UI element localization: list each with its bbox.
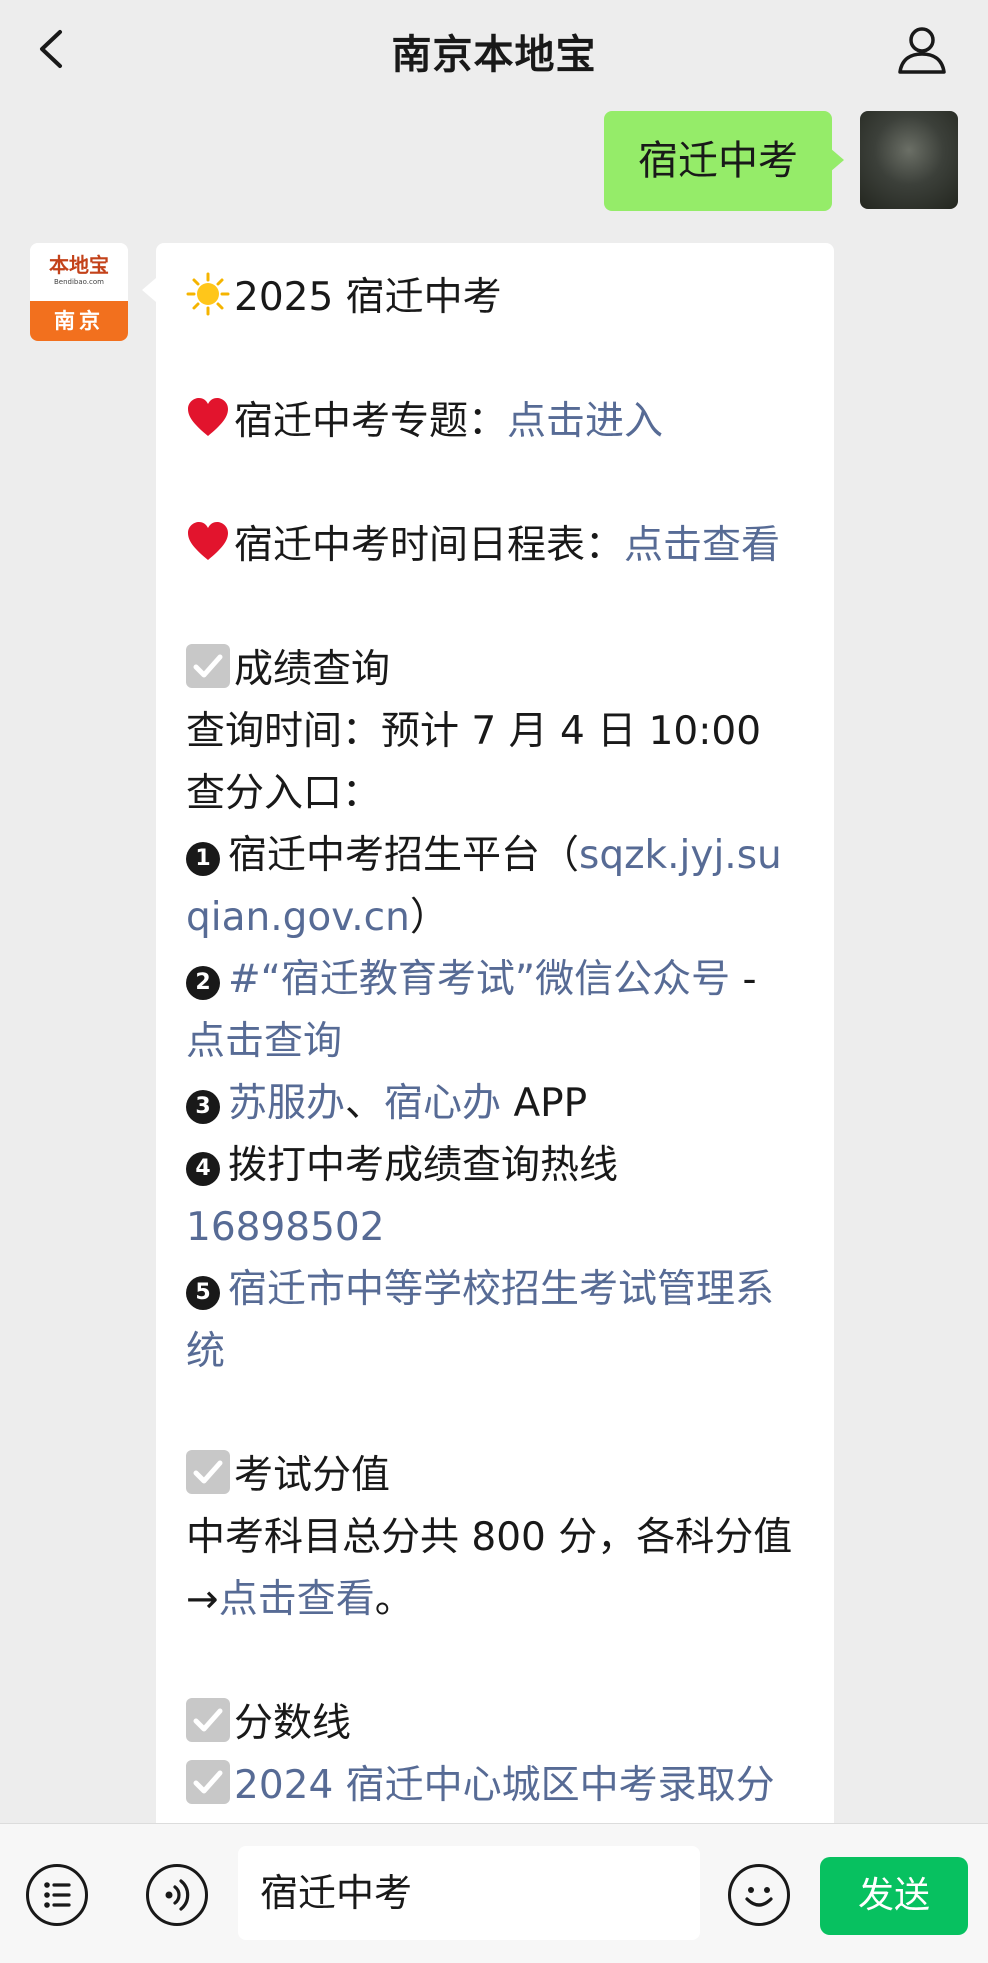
person-icon[interactable] — [894, 22, 950, 78]
entry-item-2: 2 #“宿迁教育考试”微信公众号 - 点击查询 — [186, 949, 804, 1073]
entry-4-text: 拨打中考成绩查询热线 — [228, 1143, 619, 1188]
message-title-line: 2025 宿迁中考 — [186, 267, 804, 329]
query-time: 查询时间：预计 7 月 4 日 10:00 — [186, 709, 762, 754]
number-1-icon: 1 — [186, 842, 220, 876]
message-title: 2025 宿迁中考 — [234, 275, 502, 320]
entry-item-5: 5 宿迁市中等学校招生考试管理系统 — [186, 1259, 804, 1383]
outgoing-message-bubble[interactable]: 宿迁中考 — [604, 111, 832, 211]
schedule-label: 宿迁中考时间日程表： — [234, 523, 625, 568]
incoming-message-bubble[interactable]: 2025 宿迁中考 宿迁中考专题：点击进入 宿迁中考时间日程表：点击查看 成绩查… — [156, 243, 834, 1843]
entry-2-dash: - — [730, 957, 757, 1002]
entry-1-text: 宿迁中考招生平台（ — [228, 833, 580, 878]
entry-3-link-1[interactable]: 苏服办 — [228, 1081, 345, 1126]
checkbox-icon — [186, 1760, 230, 1804]
entry-1-end: ） — [409, 895, 449, 940]
sender-avatar[interactable]: 本地宝 Bendibao.com 南京 — [30, 243, 128, 341]
logo-city: 南京 — [30, 301, 128, 341]
topic-line: 宿迁中考专题：点击进入 — [186, 391, 804, 453]
entry-3-link-2[interactable]: 宿心办 — [384, 1081, 501, 1126]
hotline-link[interactable]: 16898502 — [186, 1205, 385, 1250]
list-icon[interactable] — [26, 1864, 88, 1926]
heart-icon — [188, 522, 228, 560]
logo-url: Bendibao.com — [53, 278, 104, 286]
value-link[interactable]: 点击查看 — [219, 1577, 375, 1622]
checkbox-icon — [186, 644, 230, 688]
entry-2-link-2[interactable]: 点击查询 — [186, 1019, 342, 1064]
query-entry: 查分入口： — [186, 771, 382, 816]
topic-label: 宿迁中考专题： — [234, 399, 508, 444]
sun-icon — [186, 272, 230, 316]
number-3-icon: 3 — [186, 1090, 220, 1124]
checkbox-icon — [186, 1450, 230, 1494]
value-end: 。 — [374, 1577, 414, 1622]
composer-bar: 宿迁中考 发送 — [0, 1823, 988, 1963]
bubble-tail — [142, 278, 156, 302]
number-5-icon: 5 — [186, 1276, 220, 1310]
message-input[interactable]: 宿迁中考 — [238, 1846, 700, 1940]
chat-title: 南京本地宝 — [391, 32, 597, 78]
logo-name: 本地宝 — [49, 253, 109, 277]
cutoff-link[interactable]: 2024 宿迁中心城区中考录取分 — [234, 1763, 775, 1808]
logo-top: 本地宝 Bendibao.com — [30, 243, 128, 298]
entry-item-4: 4 拨打中考成绩查询热线 16898502 — [186, 1135, 804, 1259]
value-line: 中考科目总分共 800 分，各科分值→点击查看。 — [186, 1507, 804, 1631]
message-content: 2025 宿迁中考 宿迁中考专题：点击进入 宿迁中考时间日程表：点击查看 成绩查… — [156, 243, 834, 1817]
cutoff-line: 2024 宿迁中心城区中考录取分 — [186, 1755, 804, 1817]
entry-3-sep: 、 — [345, 1081, 385, 1126]
bubble-tail — [830, 148, 844, 172]
number-4-icon: 4 — [186, 1152, 220, 1186]
emoji-icon[interactable] — [728, 1864, 790, 1926]
cutoff-heading-line: 分数线 — [186, 1693, 804, 1755]
entry-2-link[interactable]: #“宿迁教育考试”微信公众号 — [228, 957, 730, 1002]
schedule-link[interactable]: 点击查看 — [624, 523, 780, 568]
value-heading: 考试分值 — [234, 1453, 391, 1498]
heart-icon — [188, 398, 228, 436]
value-heading-line: 考试分值 — [186, 1445, 804, 1507]
voice-icon[interactable] — [146, 1864, 208, 1926]
schedule-line: 宿迁中考时间日程表：点击查看 — [186, 515, 804, 577]
topic-link[interactable]: 点击进入 — [507, 399, 663, 444]
score-heading: 成绩查询 — [234, 647, 391, 692]
cutoff-heading: 分数线 — [234, 1701, 352, 1746]
user-avatar[interactable] — [860, 111, 958, 209]
entry-item-1: 1 宿迁中考招生平台（sqzk.jyj.suqian.gov.cn） — [186, 825, 804, 949]
entry-5-link[interactable]: 宿迁市中等学校招生考试管理系统 — [186, 1267, 774, 1374]
send-button[interactable]: 发送 — [820, 1857, 968, 1935]
score-heading-line: 成绩查询 — [186, 639, 804, 701]
entry-3-end: APP — [501, 1081, 588, 1126]
entry-item-3: 3 苏服办、宿心办 APP — [186, 1073, 804, 1135]
navigation-bar: 南京本地宝 — [0, 0, 988, 100]
checkbox-icon — [186, 1698, 230, 1742]
number-2-icon: 2 — [186, 966, 220, 1000]
